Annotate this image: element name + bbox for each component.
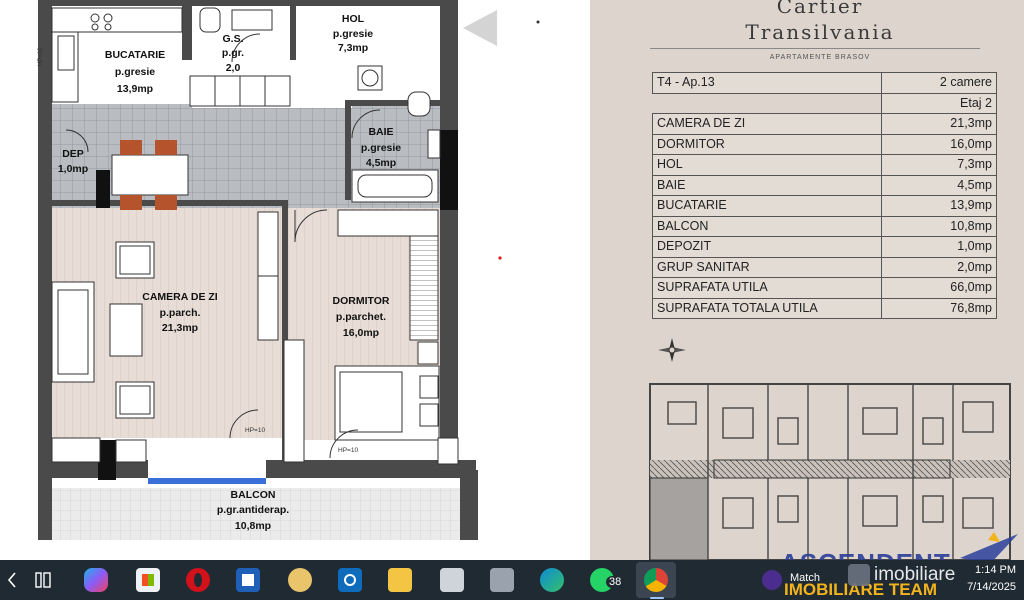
table-row-value: 66,0mp [881, 277, 997, 299]
floor-plan: HP=10 HP=10 HP=10 BUCATARIE p.gresie 13,… [38, 0, 540, 540]
opera-icon[interactable] [186, 568, 210, 592]
table-row-value: 2,0mp [881, 256, 997, 278]
room-floor-balcon: p.gr.antiderap. [217, 504, 289, 516]
table-row: SUPRAFATA UTILA 66,0mp [652, 277, 997, 299]
brand-title-line1: Cartier [776, 0, 864, 18]
clock-date: 7/14/2025 [967, 581, 1016, 593]
previous-arrow-icon[interactable] [463, 10, 497, 46]
room-floor-hol: p.gresie [333, 28, 373, 40]
room-area-dep: 1,0mp [58, 163, 88, 175]
table-row-label: DORMITOR [652, 133, 882, 155]
edge-icon[interactable] [540, 568, 564, 592]
imobiliare-logo-icon [848, 564, 870, 586]
news-app-icon[interactable] [236, 568, 260, 592]
hp-label-vertical: HP=10 [38, 47, 44, 66]
room-area-bucatarie: 13,9mp [117, 83, 153, 95]
table-header-row: T4 - Ap.13 2 camere [652, 72, 997, 94]
brand-divider [650, 48, 980, 49]
room-name-balcon: BALCON [231, 489, 276, 501]
brand-title-line2: Transilvania [745, 20, 895, 44]
room-count: 2 camere [881, 72, 997, 94]
room-floor-gs: p.gr. [222, 47, 244, 59]
table-row-value: 76,8mp [881, 297, 997, 319]
table-floor-row: Etaj 2 [652, 92, 997, 114]
chrome-icon[interactable] [644, 568, 668, 592]
watermark-site-name: imobiliare [874, 564, 956, 585]
paint-icon[interactable] [288, 568, 312, 592]
room-floor-bucatarie: p.gresie [115, 66, 155, 78]
table-row: HOL 7,3mp [652, 154, 997, 176]
room-area-gs: 2,0 [226, 62, 241, 74]
room-name-baie: BAIE [368, 126, 393, 138]
table-row-value: 7,3mp [881, 154, 997, 176]
room-name-dormitor: DORMITOR [333, 295, 390, 307]
table-row-value: 13,9mp [881, 195, 997, 217]
table-row-value: 10,8mp [881, 215, 997, 237]
table-row-label: HOL [652, 154, 882, 176]
table-row: DEPOZIT 1,0mp [652, 236, 997, 258]
room-name-gs: G.S. [222, 33, 243, 45]
brand-subtitle: APARTAMENTE BRASOV [769, 54, 871, 61]
room-area-baie: 4,5mp [366, 157, 396, 169]
weather-widget-icon[interactable] [762, 570, 782, 590]
table-row: SUPRAFATA TOTALA UTILA 76,8mp [652, 297, 997, 319]
area-table: T4 - Ap.13 2 camere Etaj 2 CAMERA DE ZI 2… [652, 72, 997, 319]
room-name-camera: CAMERA DE ZI [142, 291, 218, 303]
file-explorer-icon[interactable] [388, 568, 412, 592]
table-row: DORMITOR 16,0mp [652, 133, 997, 155]
scanner-icon[interactable] [490, 568, 514, 592]
room-floor-baie: p.gresie [361, 142, 401, 154]
table-row-label: BUCATARIE [652, 195, 882, 217]
table-row-label: SUPRAFATA TOTALA UTILA [652, 297, 882, 319]
system-clock[interactable]: 1:14 PM 7/14/2025 [967, 562, 1016, 596]
room-area-camera: 21,3mp [162, 322, 198, 334]
room-name-hol: HOL [342, 13, 365, 25]
outlook-icon[interactable] [338, 568, 362, 592]
table-row-label: GRUP SANITAR [652, 256, 882, 278]
table-row-label: BALCON [652, 215, 882, 237]
table-row-value: 1,0mp [881, 236, 997, 258]
task-view-icon[interactable] [34, 570, 52, 590]
room-floor-camera: p.parch. [160, 307, 201, 319]
table-row-label: SUPRAFATA UTILA [652, 277, 882, 299]
clock-time: 1:14 PM [975, 564, 1016, 576]
table-row: BUCATARIE 13,9mp [652, 195, 997, 217]
empty-cell [652, 93, 882, 114]
room-area-dormitor: 16,0mp [343, 327, 379, 339]
room-floor-dormitor: p.parchet. [336, 311, 386, 323]
room-name-dep: DEP [62, 148, 84, 160]
taskbar: 38 Match IMOBILIARE TEAM imobiliare 1:14… [0, 560, 1024, 600]
room-area-hol: 7,3mp [338, 42, 368, 54]
compass-icon [658, 338, 686, 362]
apartment-code: T4 - Ap.13 [652, 72, 882, 94]
room-area-balcon: 10,8mp [235, 520, 271, 532]
floor-level: Etaj 2 [881, 92, 997, 114]
table-row: CAMERA DE ZI 21,3mp [652, 113, 997, 135]
hp-label: HP=10 [338, 447, 358, 454]
chevron-left-icon[interactable] [6, 570, 18, 590]
printer-icon[interactable] [440, 568, 464, 592]
table-row-value: 16,0mp [881, 133, 997, 155]
active-indicator [650, 597, 664, 599]
hp-label: HP=10 [245, 427, 265, 434]
table-row: BAIE 4,5mp [652, 174, 997, 196]
whatsapp-badge: 38 [606, 576, 625, 588]
store-icon[interactable] [136, 568, 160, 592]
table-row-value: 4,5mp [881, 174, 997, 196]
table-row-label: CAMERA DE ZI [652, 113, 882, 135]
table-row: BALCON 10,8mp [652, 215, 997, 237]
floor-plan-panel: HP=10 HP=10 HP=10 BUCATARIE p.gresie 13,… [0, 0, 590, 560]
room-name-bucatarie: BUCATARIE [105, 49, 165, 61]
table-row-label: BAIE [652, 174, 882, 196]
table-row-value: 21,3mp [881, 113, 997, 135]
table-row: GRUP SANITAR 2,0mp [652, 256, 997, 278]
copilot-icon[interactable] [84, 568, 108, 592]
table-row-label: DEPOZIT [652, 236, 882, 258]
image-viewer: HP=10 HP=10 HP=10 BUCATARIE p.gresie 13,… [0, 0, 1024, 578]
